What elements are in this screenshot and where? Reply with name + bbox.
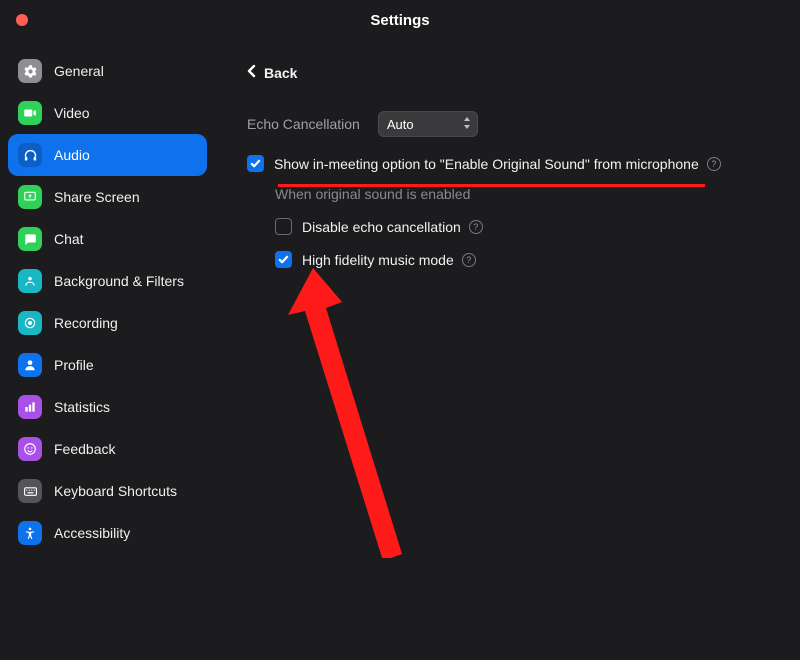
- help-icon[interactable]: ?: [469, 220, 483, 234]
- high-fidelity-music-mode-checkbox[interactable]: [275, 251, 292, 268]
- share-screen-icon: [18, 185, 42, 209]
- sidebar-item-label: Statistics: [54, 399, 110, 415]
- sidebar-item-label: Background & Filters: [54, 273, 184, 289]
- sidebar-item-feedback[interactable]: Feedback: [8, 428, 207, 470]
- sidebar-item-background-filters[interactable]: Background & Filters: [8, 260, 207, 302]
- content-pane: Back Echo Cancellation Auto Show in-meet…: [215, 40, 800, 660]
- sidebar-item-accessibility[interactable]: Accessibility: [8, 512, 207, 554]
- annotation-underline: [278, 184, 705, 187]
- sidebar-item-recording[interactable]: Recording: [8, 302, 207, 344]
- show-original-sound-label: Show in-meeting option to "Enable Origin…: [274, 156, 699, 172]
- sidebar-item-label: General: [54, 63, 104, 79]
- sidebar-item-general[interactable]: General: [8, 50, 207, 92]
- filters-icon: [18, 269, 42, 293]
- sidebar-item-share-screen[interactable]: Share Screen: [8, 176, 207, 218]
- select-value: Auto: [387, 117, 414, 132]
- sidebar-item-audio[interactable]: Audio: [8, 134, 207, 176]
- echo-cancellation-label: Echo Cancellation: [247, 116, 360, 132]
- sidebar-item-keyboard-shortcuts[interactable]: Keyboard Shortcuts: [8, 470, 207, 512]
- help-icon[interactable]: ?: [707, 157, 721, 171]
- video-icon: [18, 101, 42, 125]
- sidebar-item-label: Recording: [54, 315, 118, 331]
- gear-icon: [18, 59, 42, 83]
- echo-cancellation-select[interactable]: Auto: [378, 111, 478, 137]
- sidebar-item-statistics[interactable]: Statistics: [8, 386, 207, 428]
- sidebar-item-label: Chat: [54, 231, 84, 247]
- high-fidelity-music-mode-label: High fidelity music mode: [302, 252, 454, 268]
- sidebar-item-label: Share Screen: [54, 189, 140, 205]
- accessibility-icon: [18, 521, 42, 545]
- titlebar: Settings: [0, 0, 800, 40]
- sidebar-item-label: Keyboard Shortcuts: [54, 483, 177, 499]
- close-window-button[interactable]: [16, 14, 28, 26]
- keyboard-icon: [18, 479, 42, 503]
- help-icon[interactable]: ?: [462, 253, 476, 267]
- sidebar-item-label: Feedback: [54, 441, 115, 457]
- stats-icon: [18, 395, 42, 419]
- sidebar-item-label: Profile: [54, 357, 94, 373]
- sidebar: General Video Audio Share Screen: [0, 40, 215, 660]
- disable-echo-cancellation-checkbox[interactable]: [275, 218, 292, 235]
- chat-icon: [18, 227, 42, 251]
- back-label: Back: [264, 65, 297, 81]
- original-sound-subheading: When original sound is enabled: [275, 186, 768, 202]
- disable-echo-cancellation-label: Disable echo cancellation: [302, 219, 461, 235]
- headphones-icon: [18, 143, 42, 167]
- sidebar-item-profile[interactable]: Profile: [8, 344, 207, 386]
- caret-up-down-icon: [463, 117, 471, 131]
- window-title: Settings: [370, 12, 429, 29]
- annotation-arrow: [285, 268, 425, 558]
- sidebar-item-chat[interactable]: Chat: [8, 218, 207, 260]
- sidebar-item-label: Video: [54, 105, 90, 121]
- chevron-left-icon: [247, 64, 256, 81]
- sidebar-item-video[interactable]: Video: [8, 92, 207, 134]
- profile-icon: [18, 353, 42, 377]
- feedback-icon: [18, 437, 42, 461]
- sidebar-item-label: Audio: [54, 147, 90, 163]
- sidebar-item-label: Accessibility: [54, 525, 130, 541]
- show-original-sound-checkbox[interactable]: [247, 155, 264, 172]
- back-button[interactable]: Back: [247, 64, 768, 81]
- record-icon: [18, 311, 42, 335]
